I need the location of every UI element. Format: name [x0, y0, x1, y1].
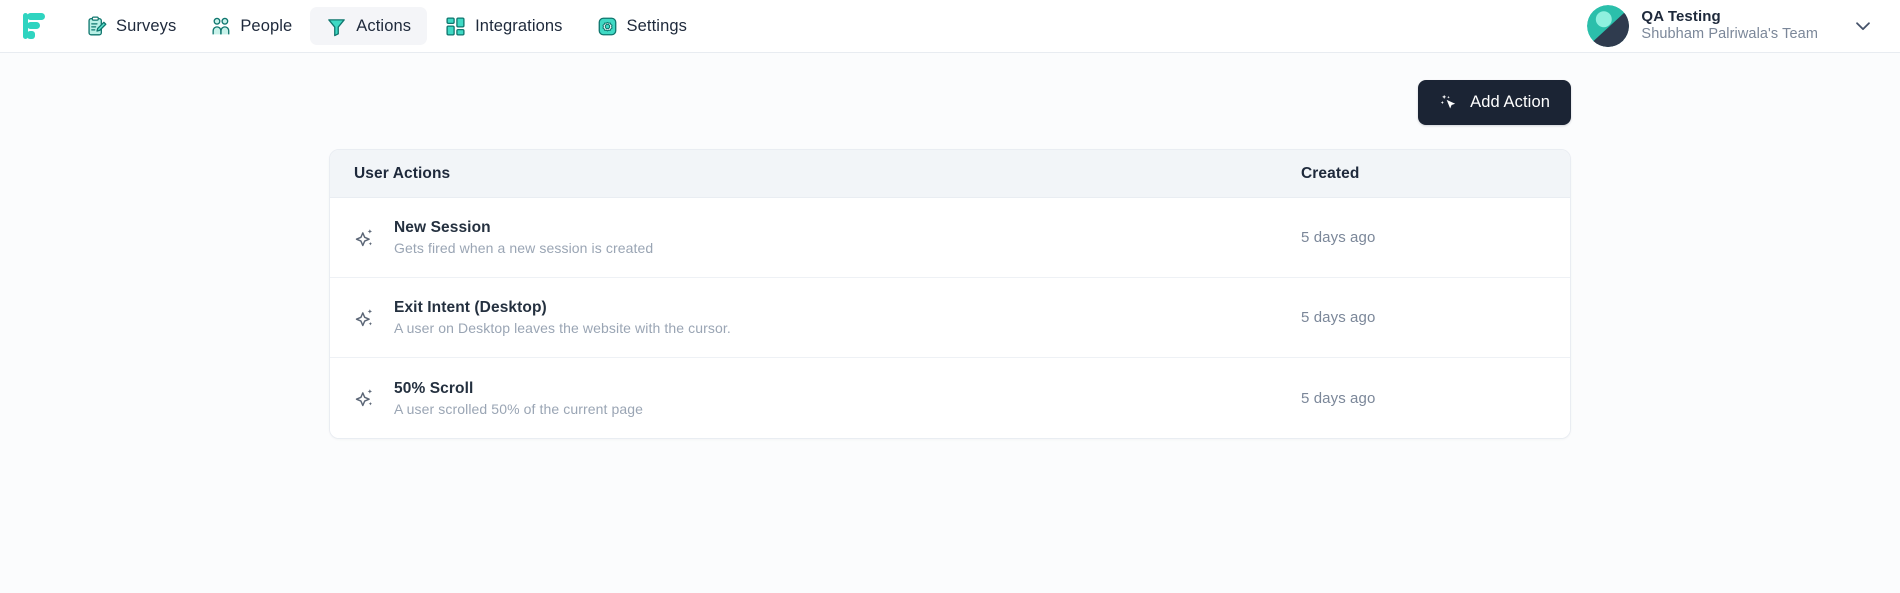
table-header-created-label: Created	[1301, 164, 1360, 182]
mouse-pointer-sparkle-icon	[1440, 94, 1456, 108]
chevron-down-icon[interactable]	[1852, 15, 1874, 37]
nav-label-actions: Actions	[356, 16, 412, 35]
nav-item-surveys[interactable]: Surveys	[70, 7, 192, 45]
action-created: 5 days ago	[1301, 309, 1376, 326]
sparkles-icon	[355, 308, 373, 326]
org-name: QA Testing	[1641, 8, 1721, 25]
action-title: 50% Scroll	[394, 379, 474, 397]
table-header-actions: User Actions	[354, 165, 1301, 183]
action-texts: New Session Gets fired when a new sessio…	[394, 219, 653, 256]
nav-label-settings: Settings	[626, 16, 687, 35]
page-content: Add Action User Actions Created New Sess…	[0, 53, 1900, 593]
action-description: Gets fired when a new session is created	[394, 240, 654, 256]
user-actions-card: User Actions Created New Session Gets fi…	[329, 149, 1571, 439]
funnel-filter-icon	[328, 18, 346, 36]
nav-label-integrations: Integrations	[475, 16, 563, 35]
formbricks-logo[interactable]	[14, 4, 58, 48]
sparkles-icon	[355, 389, 373, 407]
action-info: 50% Scroll A user scrolled 50% of the cu…	[354, 380, 1301, 417]
action-texts: Exit Intent (Desktop) A user on Desktop …	[394, 299, 731, 336]
nav-item-actions[interactable]: Actions	[310, 7, 428, 45]
table-header-row: User Actions Created	[330, 150, 1570, 198]
action-title: Exit Intent (Desktop)	[394, 299, 547, 316]
action-description: A user on Desktop leaves the website wit…	[394, 320, 731, 336]
app-root: Surveys People Actions Integrations Sett…	[0, 0, 1900, 593]
action-description: A user scrolled 50% of the current page	[394, 400, 644, 417]
add-action-label: Add Action	[1470, 93, 1550, 111]
org-text: QA Testing Shubham Palriwala's Team	[1641, 8, 1818, 44]
action-texts: 50% Scroll A user scrolled 50% of the cu…	[394, 380, 643, 417]
clipboard-pencil-icon	[88, 16, 107, 35]
people-icon	[212, 17, 230, 34]
org-team-name: Shubham Palriwala's Team	[1641, 26, 1818, 43]
sparkles-icon	[355, 228, 373, 246]
top-navbar: Surveys People Actions Integrations Sett…	[0, 0, 1900, 53]
page-toolbar: Add Action	[329, 53, 1571, 125]
action-title: New Session	[394, 219, 491, 236]
action-info: New Session Gets fired when a new sessio…	[354, 219, 1301, 256]
org-avatar	[1587, 5, 1630, 47]
grid-blocks-icon	[446, 16, 465, 36]
table-row[interactable]: New Session Gets fired when a new sessio…	[330, 198, 1570, 278]
gear-icon	[598, 17, 616, 35]
action-created: 5 days ago	[1301, 389, 1376, 407]
action-created: 5 days ago	[1301, 229, 1376, 246]
main-nav: Surveys People Actions Integrations Sett…	[70, 7, 703, 45]
nav-item-integrations[interactable]: Integrations	[429, 7, 578, 45]
table-row[interactable]: 50% Scroll A user scrolled 50% of the cu…	[330, 358, 1570, 438]
table-header-created: Created	[1301, 165, 1546, 183]
table-row[interactable]: Exit Intent (Desktop) A user on Desktop …	[330, 278, 1570, 358]
nav-label-people: People	[240, 16, 293, 35]
add-action-button[interactable]: Add Action	[1418, 80, 1571, 125]
org-switcher[interactable]: QA Testing Shubham Palriwala's Team	[1584, 2, 1878, 50]
nav-item-people[interactable]: People	[194, 7, 308, 45]
formbricks-logo-icon	[23, 13, 45, 39]
table-header-actions-label: User Actions	[354, 164, 451, 182]
nav-label-surveys: Surveys	[116, 16, 177, 35]
action-info: Exit Intent (Desktop) A user on Desktop …	[354, 299, 1301, 336]
nav-item-settings[interactable]: Settings	[581, 7, 703, 45]
